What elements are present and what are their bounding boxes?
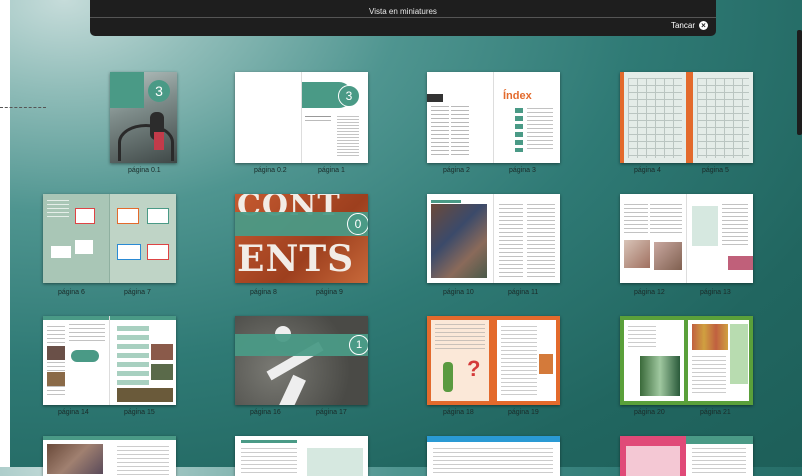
toolbar-divider [90,17,716,18]
thumbnail-page-22-23[interactable] [43,436,176,476]
page-label: página 17 [316,409,347,416]
page-label: página 19 [508,409,539,416]
page-label: página 2 [443,167,470,174]
thumbnail-page-2-3[interactable]: Índex [427,72,560,163]
cover-word-bottom: ENTS [237,238,355,280]
thumbnail-page-12-13[interactable] [620,194,753,283]
page-label: página 20 [634,409,665,416]
toolbar-title: Vista en miniatures [369,7,437,16]
page-label: página 16 [250,409,281,416]
page-label: página 6 [58,289,85,296]
page-label: página 0.1 [128,167,161,174]
close-circle-icon: × [699,21,708,30]
thumbnail-page-4-5[interactable] [620,72,753,163]
page-label: página 3 [509,167,536,174]
thumbnail-page-24-25[interactable] [235,436,368,476]
index-heading: Índex [503,90,532,102]
thumbnail-page-0-1[interactable]: 3 [110,72,177,163]
page-label: página 18 [443,409,474,416]
close-label: Tancar [670,21,695,30]
left-margin [0,0,10,467]
page-label: página 15 [124,409,155,416]
thumbnail-page-26-27[interactable] [427,436,560,476]
page-label: página 13 [700,289,731,296]
page-label: página 5 [702,167,729,174]
chapter-number: 1 [349,335,368,355]
thumbnail-page-14-15[interactable] [43,316,176,405]
close-button[interactable]: Tancar × [671,21,708,30]
thumbnail-page-16-17[interactable]: 1 [235,316,368,405]
thumbnail-page-18-19[interactable]: ? [427,316,560,405]
thumbnail-toolbar: Vista en miniatures Tancar × [90,0,716,36]
page-label: página 7 [124,289,151,296]
page-label: página 8 [250,289,277,296]
thumbnail-page-8-9[interactable]: CONT ENTS 0 [235,194,368,283]
page-label: página 21 [700,409,731,416]
thumbnail-page-28-29[interactable] [620,436,753,476]
thumbnail-page-0-2-1[interactable]: 3 [235,72,368,163]
page-label: página 11 [508,289,539,296]
chapter-number: 0 [347,213,368,235]
thumbnail-page-10-11[interactable] [427,194,560,283]
page-label: página 1 [318,167,345,174]
chapter-number: 3 [338,85,360,107]
page-label: página 14 [58,409,89,416]
page-label: página 0.2 [254,167,287,174]
thumbnail-page-20-21[interactable] [620,316,753,405]
page-label: página 10 [443,289,474,296]
dashed-guide-line [0,107,46,108]
cover-number: 3 [148,80,170,102]
page-label: página 4 [634,167,661,174]
thumbnail-page-6-7[interactable] [43,194,176,283]
page-label: página 12 [634,289,665,296]
page-label: página 9 [316,289,343,296]
scrollbar[interactable] [797,30,802,135]
